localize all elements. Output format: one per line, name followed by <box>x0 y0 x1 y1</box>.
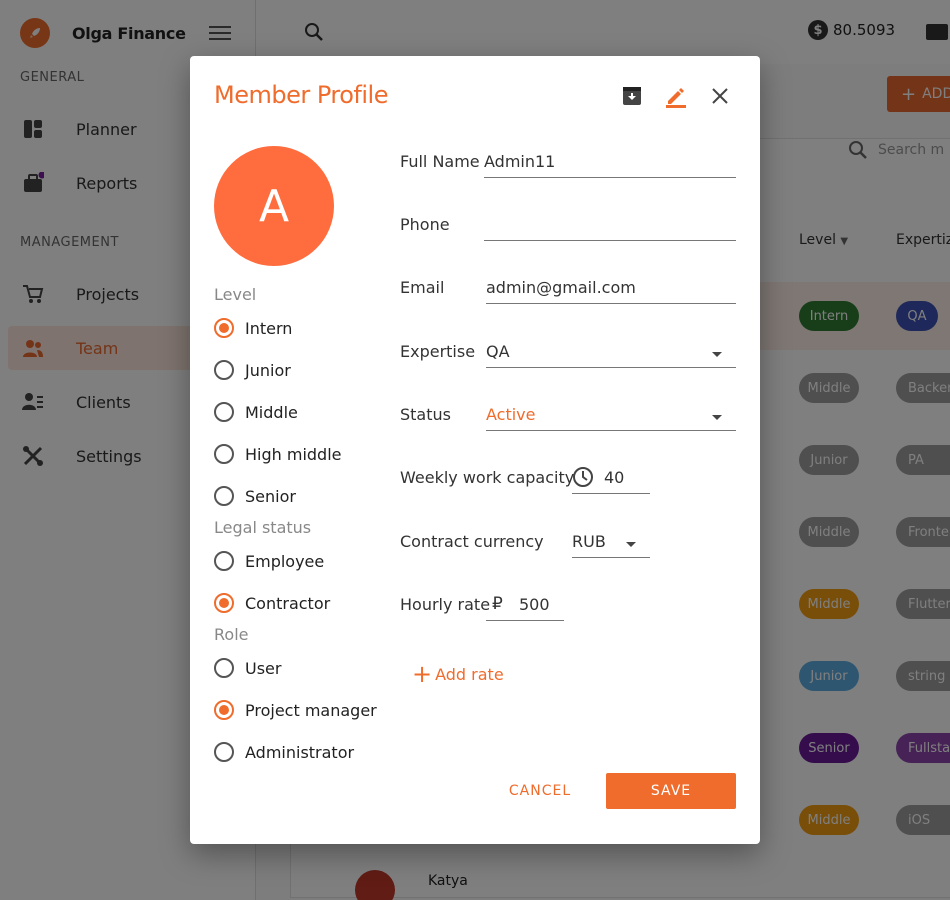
radio-circle <box>214 486 234 506</box>
dropdown-arrow-icon <box>712 415 722 420</box>
dialog-title: Member Profile <box>214 81 388 109</box>
level-radio-junior[interactable]: Junior <box>214 358 291 382</box>
legal-status-group-label: Legal status <box>214 518 312 537</box>
expertise-label: Expertise <box>400 342 476 361</box>
dropdown-arrow-icon <box>712 352 722 357</box>
hourly-rate-field[interactable]: ₽ 500 <box>486 594 564 621</box>
radio-label: Senior <box>245 486 296 506</box>
expertise-select[interactable]: QA <box>486 342 736 368</box>
full-name-label: Full Name <box>400 152 480 171</box>
field-value: admin@gmail.com <box>486 278 636 297</box>
radio-label: Junior <box>245 360 291 380</box>
status-select[interactable]: Active <box>486 405 736 431</box>
radio-label: Intern <box>245 318 293 338</box>
currency-select[interactable]: RUB <box>572 532 650 558</box>
member-avatar: A <box>214 146 334 266</box>
role-group-label: Role <box>214 625 249 644</box>
add-rate-button[interactable]: + Add rate <box>412 662 504 686</box>
field-value: Admin11 <box>484 152 556 171</box>
radio-label: Employee <box>245 551 325 571</box>
email-field[interactable]: admin@gmail.com <box>486 278 736 304</box>
currency-label: Contract currency <box>400 532 544 551</box>
member-profile-dialog: Member Profile A Level Intern Junior Mid… <box>190 56 760 844</box>
field-value: QA <box>486 342 510 361</box>
radio-circle <box>214 551 234 571</box>
dropdown-arrow-icon <box>626 542 636 547</box>
legal-radio-employee[interactable]: Employee <box>214 549 324 573</box>
radio-circle <box>214 318 234 338</box>
edit-pencil-icon[interactable] <box>664 84 688 108</box>
radio-circle <box>214 360 234 380</box>
weekly-capacity-field[interactable]: 40 <box>572 467 650 494</box>
level-group-label: Level <box>214 285 257 304</box>
phone-field[interactable] <box>484 215 736 241</box>
radio-label: Administrator <box>245 742 355 762</box>
level-radio-middle[interactable]: Middle <box>214 400 298 424</box>
save-button[interactable]: SAVE <box>606 773 736 809</box>
role-radio-user[interactable]: User <box>214 656 281 680</box>
phone-label: Phone <box>400 215 450 234</box>
radio-label: Contractor <box>245 593 331 613</box>
close-icon[interactable] <box>708 84 732 108</box>
add-rate-label: Add rate <box>435 664 504 684</box>
archive-icon[interactable] <box>620 84 644 108</box>
level-radio-high-middle[interactable]: High middle <box>214 442 342 466</box>
radio-label: User <box>245 658 282 678</box>
role-radio-administrator[interactable]: Administrator <box>214 740 354 764</box>
field-value: 500 <box>519 595 550 614</box>
radio-label: Project manager <box>245 700 377 720</box>
plus-icon: + <box>412 660 433 688</box>
full-name-field[interactable]: Admin11 <box>484 152 736 178</box>
level-radio-intern[interactable]: Intern <box>214 316 292 340</box>
role-radio-project-manager[interactable]: Project manager <box>214 698 377 722</box>
radio-circle <box>214 402 234 422</box>
field-value: Active <box>486 405 536 424</box>
radio-circle <box>214 444 234 464</box>
ruble-icon: ₽ <box>492 594 503 614</box>
status-label: Status <box>400 405 451 424</box>
field-value: 40 <box>604 468 625 487</box>
radio-circle <box>214 700 234 720</box>
capacity-label: Weekly work capacity <box>400 468 575 487</box>
radio-circle <box>214 593 234 613</box>
radio-label: Middle <box>245 402 298 422</box>
radio-circle <box>214 658 234 678</box>
radio-label: High middle <box>245 444 342 464</box>
clock-icon <box>573 467 593 487</box>
field-value: RUB <box>572 532 606 551</box>
radio-circle <box>214 742 234 762</box>
level-radio-senior[interactable]: Senior <box>214 484 296 508</box>
email-label: Email <box>400 278 445 297</box>
cancel-button[interactable]: CANCEL <box>498 773 582 809</box>
hourly-rate-label: Hourly rate <box>400 595 491 614</box>
legal-radio-contractor[interactable]: Contractor <box>214 591 330 615</box>
